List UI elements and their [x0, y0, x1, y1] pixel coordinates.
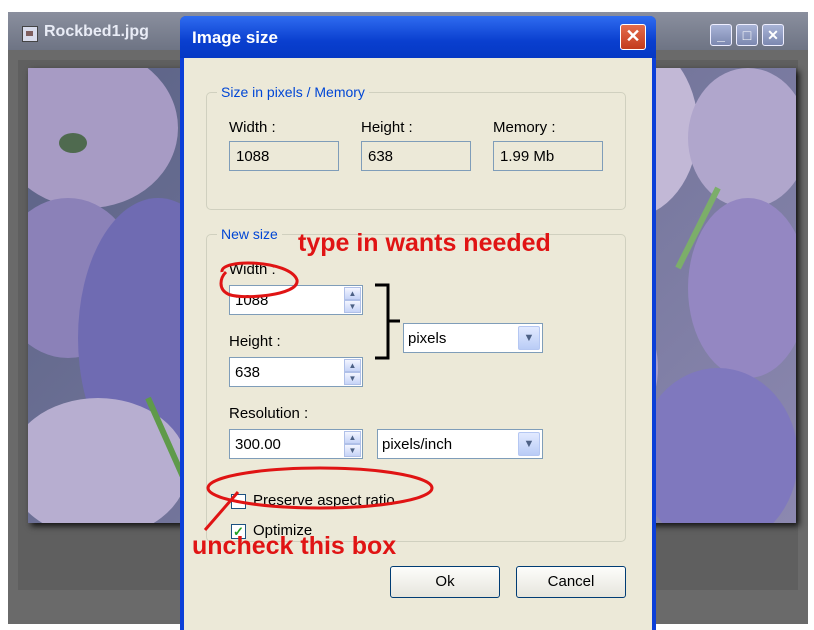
preserve-aspect-checkbox[interactable]	[231, 494, 246, 509]
close-button[interactable]: ✕	[762, 24, 784, 46]
image-document-icon	[22, 26, 38, 42]
annotation-uncheck: uncheck this box	[192, 532, 397, 560]
maximize-button[interactable]: □	[736, 24, 758, 46]
arrow-down-icon[interactable]: ▼	[344, 372, 361, 385]
new-size-legend: New size	[217, 226, 282, 242]
preserve-aspect-label[interactable]: Preserve aspect ratio	[253, 492, 395, 509]
cancel-button[interactable]: Cancel	[516, 566, 626, 598]
original-width-label: Width :	[229, 119, 276, 136]
original-width-value: 1088	[229, 141, 339, 171]
resolution-unit-select[interactable]: pixels/inch ▼	[377, 429, 543, 459]
size-unit-select[interactable]: pixels ▼	[403, 323, 543, 353]
chevron-down-icon[interactable]: ▼	[518, 432, 540, 456]
image-window-title: Rockbed1.jpg	[44, 23, 149, 40]
new-height-spinner[interactable]: ▲ ▼	[229, 357, 363, 387]
arrow-up-icon[interactable]: ▲	[344, 359, 361, 372]
dialog-titlebar[interactable]: Image size ✕	[180, 16, 656, 58]
memory-value: 1.99 Mb	[493, 141, 603, 171]
resolution-input[interactable]	[230, 430, 362, 458]
new-width-arrows[interactable]: ▲ ▼	[344, 287, 361, 313]
memory-label: Memory :	[493, 119, 556, 136]
pixels-memory-group: Size in pixels / Memory Width : 1088 Hei…	[206, 84, 626, 210]
arrow-up-icon[interactable]: ▲	[344, 287, 361, 300]
dialog-close-button[interactable]: ✕	[620, 24, 646, 50]
new-height-input[interactable]	[230, 358, 362, 386]
dialog-title: Image size	[192, 28, 278, 47]
resolution-label: Resolution :	[229, 405, 309, 422]
arrow-down-icon[interactable]: ▼	[344, 444, 361, 457]
resolution-spinner[interactable]: ▲ ▼	[229, 429, 363, 459]
new-width-spinner[interactable]: ▲ ▼	[229, 285, 363, 315]
arrow-down-icon[interactable]: ▼	[344, 300, 361, 313]
resolution-unit-value: pixels/inch	[382, 436, 453, 453]
minimize-button[interactable]: _	[710, 24, 732, 46]
new-width-input[interactable]	[230, 286, 362, 314]
new-width-label: Width :	[229, 261, 276, 278]
new-height-arrows[interactable]: ▲ ▼	[344, 359, 361, 385]
resolution-arrows[interactable]: ▲ ▼	[344, 431, 361, 457]
pixels-memory-legend: Size in pixels / Memory	[217, 84, 369, 100]
size-unit-value: pixels	[408, 330, 447, 347]
original-height-label: Height :	[361, 119, 413, 136]
annotation-type-in: type in wants needed	[298, 229, 551, 257]
chevron-down-icon[interactable]: ▼	[518, 326, 540, 350]
original-height-value: 638	[361, 141, 471, 171]
arrow-up-icon[interactable]: ▲	[344, 431, 361, 444]
new-height-label: Height :	[229, 333, 281, 350]
new-size-group: New size Width : ▲ ▼ Height : ▲ ▼ pixels…	[206, 226, 626, 542]
ok-button[interactable]: Ok	[390, 566, 500, 598]
